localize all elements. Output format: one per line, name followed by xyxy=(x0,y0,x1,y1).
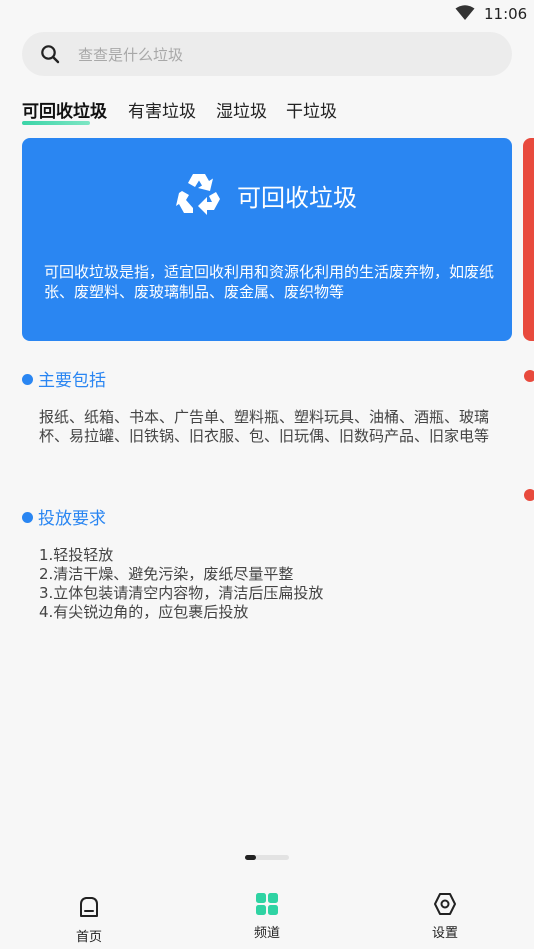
tab-dry[interactable]: 干垃圾 xyxy=(286,97,337,122)
category-card[interactable]: 可回收垃圾 可回收垃圾是指，适宜回收利用和资源化利用的生活废弃物，如废纸张、废塑… xyxy=(22,138,512,341)
tab-label: 有害垃圾 xyxy=(128,102,196,122)
list-item: 3.立体包装请清空内容物，清洁后压扁投放 xyxy=(39,584,324,602)
tab-active-indicator xyxy=(22,121,90,125)
list-item: 2.清洁干燥、避免污染，废纸尽量平整 xyxy=(39,565,294,583)
section-title: 投放要求 xyxy=(38,509,106,529)
search-icon xyxy=(41,45,60,64)
bottom-nav: 首页 频道 设置 xyxy=(0,880,534,949)
grid-icon xyxy=(256,893,278,915)
section-includes-title: 主要包括 xyxy=(22,366,106,391)
status-time: 11:06 xyxy=(484,5,528,23)
tab-wet[interactable]: 湿垃圾 xyxy=(216,97,267,122)
section-includes-body: 报纸、纸箱、书本、广告单、塑料瓶、塑料玩具、油桶、酒瓶、玻璃杯、易拉罐、旧铁锅、… xyxy=(39,408,490,445)
section-title: 主要包括 xyxy=(38,371,106,391)
next-card-dot xyxy=(524,370,534,382)
card-description: 可回收垃圾是指，适宜回收利用和资源化利用的生活废弃物，如废纸张、废塑料、废玻璃制… xyxy=(44,263,495,301)
next-card-dot xyxy=(524,489,534,501)
tab-recyclable[interactable]: 可回收垃圾 xyxy=(22,97,107,122)
tab-label: 湿垃圾 xyxy=(216,102,267,122)
list-item: 1.轻投轻放 xyxy=(39,546,114,564)
page-indicator xyxy=(245,855,289,860)
section-requirements-title: 投放要求 xyxy=(22,504,106,529)
bullet-dot xyxy=(22,374,33,385)
search-placeholder[interactable]: 查查是什么垃圾 xyxy=(78,44,183,65)
tab-label: 干垃圾 xyxy=(286,102,337,122)
home-icon xyxy=(80,897,98,917)
nav-settings[interactable]: 设置 xyxy=(405,880,485,949)
nav-label: 频道 xyxy=(253,926,280,941)
page-indicator-active xyxy=(245,855,256,860)
list-item: 4.有尖锐边角的，应包裹后投放 xyxy=(39,603,249,621)
wifi-icon xyxy=(455,5,475,20)
tab-hazardous[interactable]: 有害垃圾 xyxy=(128,97,196,122)
bullet-dot xyxy=(22,512,33,523)
nav-label: 设置 xyxy=(431,926,458,941)
search-bar[interactable]: 查查是什么垃圾 xyxy=(22,32,512,76)
nav-label: 首页 xyxy=(75,930,102,945)
status-bar: 11:06 xyxy=(0,0,534,28)
nav-home[interactable]: 首页 xyxy=(49,880,129,949)
next-card-peek[interactable] xyxy=(523,138,534,341)
card-title: 可回收垃圾 xyxy=(237,184,357,212)
requirements-list: 1.轻投轻放 2.清洁干燥、避免污染，废纸尽量平整 3.立体包装请清空内容物，清… xyxy=(39,546,489,622)
settings-icon xyxy=(434,893,456,915)
nav-channel[interactable]: 频道 xyxy=(227,880,307,949)
tab-label: 可回收垃圾 xyxy=(22,102,107,122)
recycle-icon xyxy=(176,174,220,215)
